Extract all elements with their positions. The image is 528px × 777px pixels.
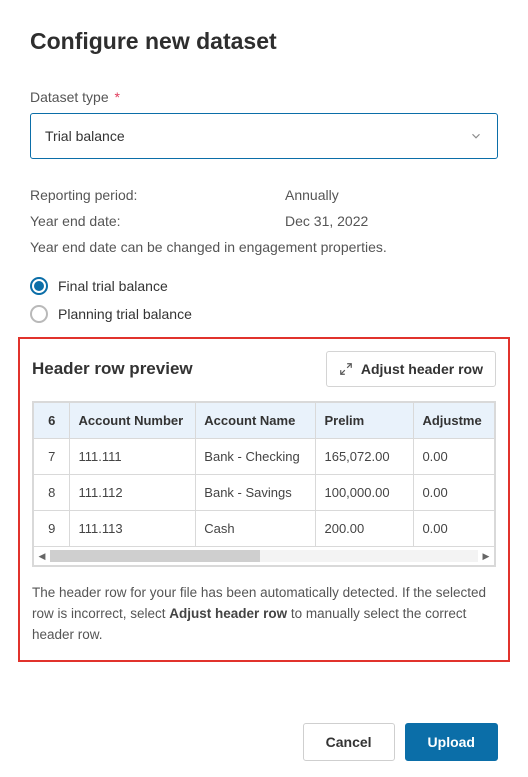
col-header: Prelim: [316, 403, 414, 439]
header-row-index: 6: [34, 403, 70, 439]
cell: Bank - Savings: [196, 475, 316, 511]
cell: 200.00: [316, 511, 414, 547]
cell: 165,072.00: [316, 439, 414, 475]
adjust-header-row-button[interactable]: Adjust header row: [326, 351, 496, 387]
upload-button[interactable]: Upload: [405, 723, 498, 761]
radio-dot-icon: [30, 277, 48, 295]
table-row[interactable]: 8 111.112 Bank - Savings 100,000.00 0.00: [34, 475, 495, 511]
cell: Cash: [196, 511, 316, 547]
row-index: 8: [34, 475, 70, 511]
year-end-value: Dec 31, 2022: [285, 213, 368, 229]
dataset-type-label-text: Dataset type: [30, 89, 109, 105]
cell: 111.111: [70, 439, 196, 475]
dataset-type-label: Dataset type *: [30, 89, 498, 105]
reporting-period-value: Annually: [285, 187, 339, 203]
radio-final-trial-balance[interactable]: Final trial balance: [30, 277, 498, 295]
expand-arrows-icon: [339, 362, 353, 376]
scroll-track[interactable]: [50, 550, 478, 562]
radio-final-label: Final trial balance: [58, 278, 168, 294]
cell: 111.112: [70, 475, 196, 511]
row-index: 7: [34, 439, 70, 475]
page-title: Configure new dataset: [30, 28, 498, 55]
table-row[interactable]: 9 111.113 Cash 200.00 0.00: [34, 511, 495, 547]
radio-planning-trial-balance[interactable]: Planning trial balance: [30, 305, 498, 323]
scroll-thumb[interactable]: [50, 550, 260, 562]
required-asterisk: *: [115, 89, 120, 105]
header-row-preview-title: Header row preview: [32, 359, 193, 379]
year-end-label: Year end date:: [30, 213, 285, 229]
horizontal-scrollbar[interactable]: ◀ ▶: [33, 547, 495, 566]
cell: 100,000.00: [316, 475, 414, 511]
preview-table: 6 Account Number Account Name Prelim Adj…: [32, 401, 496, 567]
cell: 0.00: [414, 511, 495, 547]
col-header: Adjustme: [414, 403, 495, 439]
header-row-preview-highlight: Header row preview Adjust header row 6 A…: [18, 337, 510, 662]
radio-planning-label: Planning trial balance: [58, 306, 192, 322]
row-index: 9: [34, 511, 70, 547]
table-row[interactable]: 7 111.111 Bank - Checking 165,072.00 0.0…: [34, 439, 495, 475]
cell: 0.00: [414, 439, 495, 475]
adjust-header-row-label: Adjust header row: [361, 361, 483, 377]
year-end-hint: Year end date can be changed in engageme…: [30, 239, 498, 255]
reporting-period-label: Reporting period:: [30, 187, 285, 203]
col-header: Account Name: [196, 403, 316, 439]
header-row-description: The header row for your file has been au…: [32, 583, 496, 646]
dataset-type-select[interactable]: Trial balance: [30, 113, 498, 159]
col-header: Account Number: [70, 403, 196, 439]
cell: 111.113: [70, 511, 196, 547]
cancel-button[interactable]: Cancel: [303, 723, 395, 761]
cell: 0.00: [414, 475, 495, 511]
scroll-right-icon[interactable]: ▶: [478, 547, 494, 565]
chevron-down-icon: [469, 129, 483, 143]
scroll-left-icon[interactable]: ◀: [34, 547, 50, 565]
dataset-type-value: Trial balance: [45, 128, 125, 144]
radio-circle-icon: [30, 305, 48, 323]
cell: Bank - Checking: [196, 439, 316, 475]
desc-bold: Adjust header row: [169, 606, 287, 621]
